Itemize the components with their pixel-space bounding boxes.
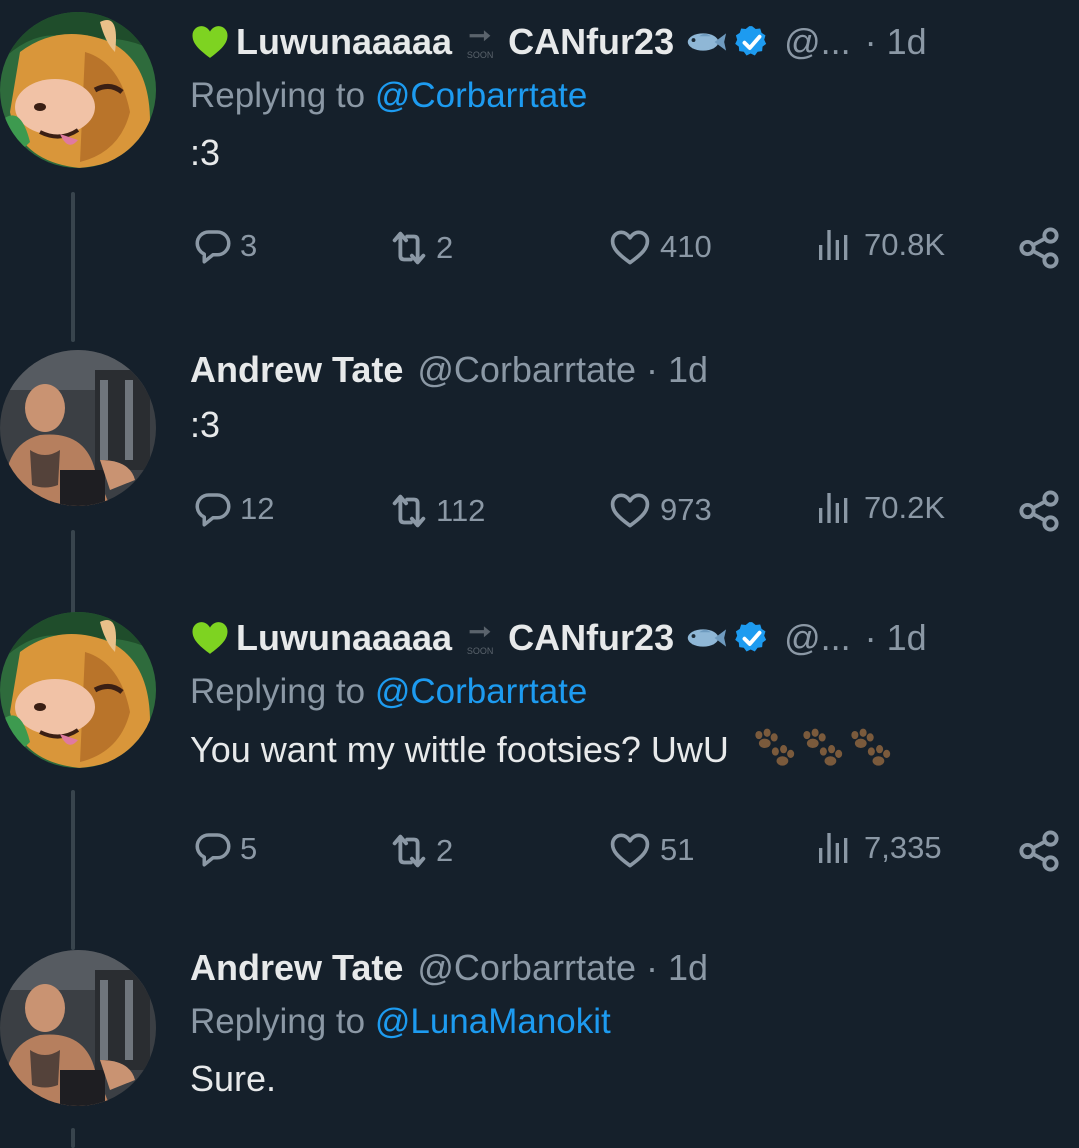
views-button[interactable]: 70.2K [814, 488, 945, 528]
retweet-button[interactable]: 2 [386, 225, 453, 271]
tweet-text: :3 [190, 404, 221, 445]
tweet-header: Luwunaaaaa SOON CANfur23 @... · 1d [190, 20, 1039, 64]
share-button[interactable] [1016, 488, 1062, 534]
handle[interactable]: @Corbarrtate [417, 349, 636, 391]
display-name[interactable]: Luwunaaaaa [236, 617, 452, 659]
replying-to-label: Replying to [190, 672, 375, 711]
like-count: 51 [660, 832, 695, 867]
like-count: 973 [660, 492, 712, 527]
reply-count: 3 [240, 228, 258, 263]
mention-link[interactable]: @LunaManokit [375, 1002, 611, 1041]
tweet-text-body: You want my wittle footsies? UwU [190, 729, 729, 771]
timestamp[interactable]: · 1d [865, 21, 927, 63]
verified-badge-icon [734, 620, 770, 656]
display-name[interactable]: Andrew Tate [190, 349, 403, 391]
views-button[interactable]: 70.8K [814, 225, 945, 265]
like-count: 410 [660, 229, 712, 264]
tweet-text: :3 [190, 132, 221, 173]
retweet-count: 2 [436, 833, 454, 868]
like-icon [608, 225, 652, 269]
mention-link[interactable]: @Corbarrtate [375, 76, 588, 115]
green-heart-icon [190, 618, 230, 658]
views-count: 70.2K [864, 490, 946, 525]
display-name[interactable]: Andrew Tate [190, 947, 403, 989]
tweet[interactable]: Luwunaaaaa SOON CANfur23 @... · 1d Reply… [0, 12, 1079, 302]
tweet-text: Sure. [190, 1058, 277, 1099]
paw-prints-icon [749, 728, 893, 777]
reply-button[interactable]: 12 [192, 488, 274, 530]
timestamp[interactable]: · 1d [646, 947, 708, 989]
views-count: 7,335 [864, 830, 942, 865]
retweet-icon [386, 488, 432, 534]
avatar[interactable] [0, 612, 156, 768]
reply-icon [192, 828, 234, 870]
fish-icon [682, 28, 728, 56]
replying-to: Replying to @Corbarrtate [190, 672, 1039, 716]
avatar[interactable] [0, 350, 156, 506]
reply-count: 12 [240, 491, 275, 526]
like-button[interactable]: 973 [608, 488, 712, 532]
views-count: 70.8K [864, 227, 946, 262]
like-button[interactable]: 51 [608, 828, 694, 872]
like-icon [608, 488, 652, 532]
fish-icon [682, 624, 728, 652]
views-icon [814, 488, 854, 528]
share-icon [1016, 225, 1062, 271]
tweet-header: Luwunaaaaa SOON CANfur23 @... · 1d [190, 616, 1039, 660]
tweet-actions: 12 112 973 70.2K [190, 488, 1070, 538]
share-button[interactable] [1016, 828, 1062, 874]
like-icon [608, 828, 652, 872]
reply-button[interactable]: 3 [192, 225, 257, 267]
tweet-header: Andrew Tate @Corbarrtate · 1d [190, 946, 1039, 990]
arrow-soon-icon: SOON [460, 25, 500, 60]
retweet-count: 2 [436, 230, 454, 265]
handle[interactable]: @... [784, 21, 851, 63]
share-icon [1016, 828, 1062, 874]
tweet-header: Andrew Tate @Corbarrtate · 1d [190, 348, 1039, 392]
avatar[interactable] [0, 12, 156, 168]
display-name-2[interactable]: CANfur23 [508, 21, 674, 63]
reply-icon [192, 488, 234, 530]
handle[interactable]: @Corbarrtate [417, 947, 636, 989]
replying-to: Replying to @Corbarrtate [190, 76, 1039, 120]
handle[interactable]: @... [784, 617, 851, 659]
tweet-actions: 3 2 410 70.8K [190, 225, 1070, 275]
retweet-icon [386, 225, 432, 271]
timestamp[interactable]: · 1d [865, 617, 927, 659]
retweet-icon [386, 828, 432, 874]
display-name[interactable]: Luwunaaaaa [236, 21, 452, 63]
avatar[interactable] [0, 950, 156, 1106]
like-button[interactable]: 410 [608, 225, 712, 269]
replying-to: Replying to @LunaManokit [190, 1002, 1039, 1046]
tweet[interactable]: Luwunaaaaa SOON CANfur23 @... · 1d Reply… [0, 612, 1079, 902]
verified-badge-icon [734, 24, 770, 60]
tweet-text: You want my wittle footsies? UwU [190, 728, 1039, 774]
arrow-soon-icon: SOON [460, 621, 500, 656]
replying-to-label: Replying to [190, 1002, 375, 1041]
share-icon [1016, 488, 1062, 534]
reply-icon [192, 225, 234, 267]
timestamp[interactable]: · 1d [646, 349, 708, 391]
reply-count: 5 [240, 831, 258, 866]
retweet-button[interactable]: 2 [386, 828, 453, 874]
views-icon [814, 225, 854, 265]
tweet[interactable]: Andrew Tate @Corbarrtate · 1d Replying t… [0, 947, 1079, 1148]
views-button[interactable]: 7,335 [814, 828, 942, 868]
reply-button[interactable]: 5 [192, 828, 257, 870]
views-icon [814, 828, 854, 868]
tweet-actions: 5 2 51 7,335 [190, 828, 1070, 878]
mention-link[interactable]: @Corbarrtate [375, 672, 588, 711]
retweet-count: 112 [436, 493, 486, 528]
green-heart-icon [190, 22, 230, 62]
retweet-button[interactable]: 112 [386, 488, 485, 534]
share-button[interactable] [1016, 225, 1062, 271]
display-name-2[interactable]: CANfur23 [508, 617, 674, 659]
replying-to-label: Replying to [190, 76, 375, 115]
tweet[interactable]: Andrew Tate @Corbarrtate · 1d :3 12 112 … [0, 348, 1079, 550]
